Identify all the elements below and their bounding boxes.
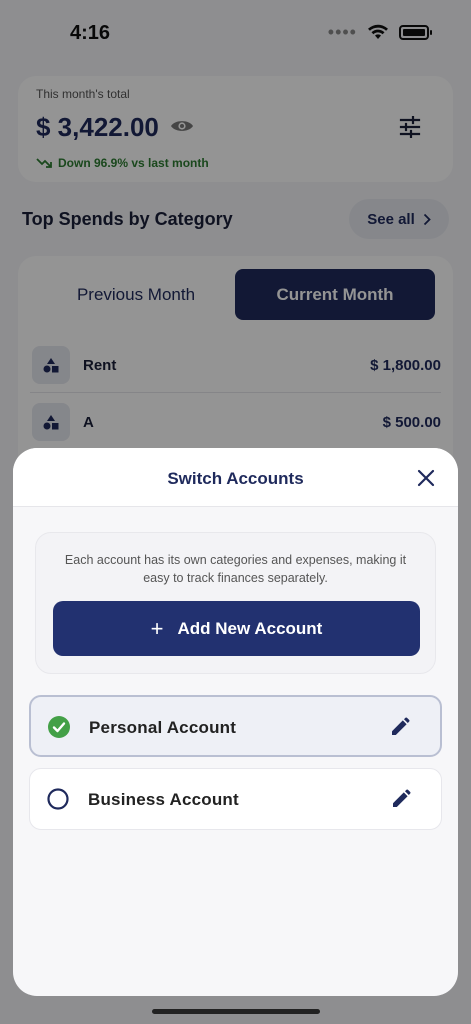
sheet-title: Switch Accounts (167, 469, 304, 488)
account-name: Business Account (88, 790, 239, 809)
switch-accounts-sheet: Switch Accounts Each account has its own… (13, 448, 458, 996)
account-item-personal[interactable]: Personal Account (29, 695, 442, 757)
add-new-account-button[interactable]: + Add New Account (53, 601, 420, 656)
close-icon[interactable] (416, 468, 436, 488)
account-item-business[interactable]: Business Account (29, 768, 442, 830)
radio-unchecked-icon (47, 788, 69, 810)
info-text: Each account has its own categories and … (64, 553, 407, 585)
edit-pencil-icon[interactable] (391, 789, 411, 809)
check-circle-icon (48, 716, 70, 738)
plus-icon: + (150, 615, 164, 641)
edit-pencil-icon[interactable] (390, 717, 410, 737)
info-box: Each account has its own categories and … (35, 532, 436, 674)
add-new-account-label: Add New Account (177, 618, 323, 638)
home-indicator[interactable] (152, 1009, 320, 1014)
account-name: Personal Account (89, 718, 237, 737)
sheet-header: Switch Accounts (13, 448, 458, 507)
